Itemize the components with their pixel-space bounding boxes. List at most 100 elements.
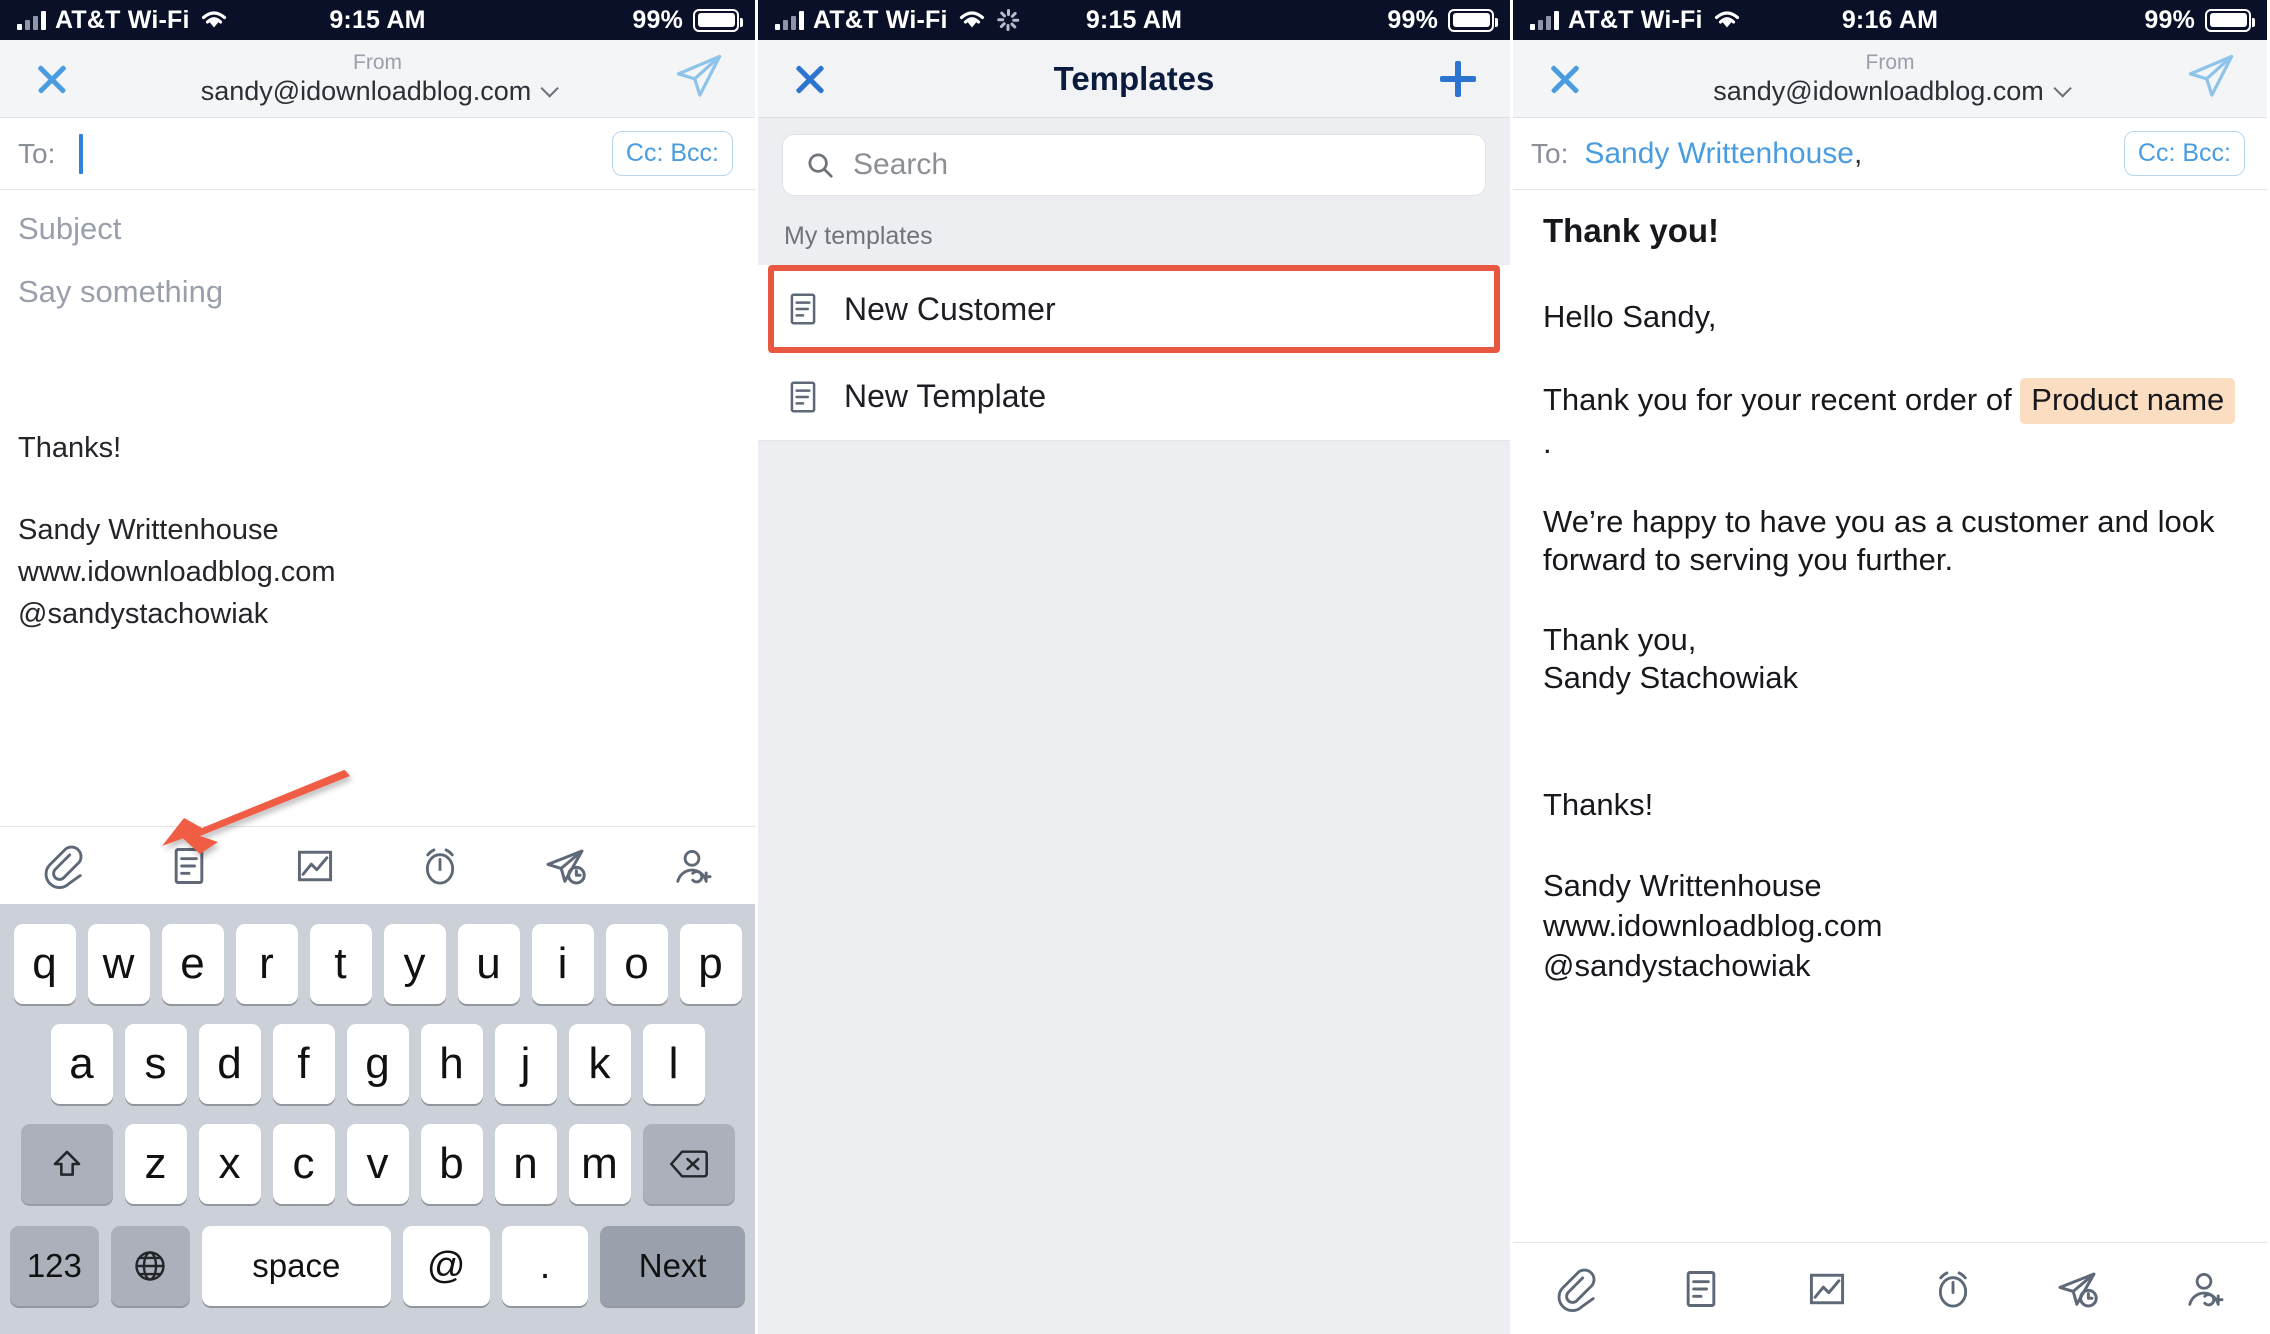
message-paragraph-2: We’re happy to have you as a customer an…: [1543, 504, 2215, 578]
message-body[interactable]: Thank you! Hello Sandy, Thank you for yo…: [1513, 190, 2267, 985]
three-panel-screenshot: AT&T Wi-Fi 9:15 AM 99% From sandy@idownl…: [0, 0, 2270, 1334]
key-a[interactable]: a: [50, 1024, 113, 1104]
to-label: To:: [1531, 137, 1569, 169]
attach-icon[interactable]: [1548, 1261, 1604, 1317]
key-j[interactable]: j: [494, 1024, 557, 1104]
close-icon[interactable]: [1543, 57, 1587, 101]
add-template-button[interactable]: [1436, 57, 1480, 101]
image-icon[interactable]: [287, 838, 343, 894]
close-icon[interactable]: [30, 57, 74, 101]
message-greeting: Hello Sandy,: [1543, 299, 1717, 334]
keyboard-row-1: q w e r t y u i o p: [0, 914, 755, 1014]
signature-name: Sandy Writtenhouse: [1543, 868, 1822, 904]
space-key[interactable]: space: [201, 1226, 391, 1306]
delete-key[interactable]: [642, 1124, 735, 1204]
key-u[interactable]: u: [457, 924, 520, 1004]
close-icon[interactable]: [788, 57, 832, 101]
key-e[interactable]: e: [161, 924, 224, 1004]
add-contact-icon[interactable]: [664, 838, 720, 894]
attachment-toolbar-1: [0, 826, 755, 904]
keyboard-row-2: a s d f g h j k l: [0, 1014, 755, 1114]
from-account-selector[interactable]: sandy@idownloadblog.com: [1713, 75, 2072, 107]
template-icon[interactable]: [161, 838, 217, 894]
timer-icon[interactable]: [1925, 1261, 1981, 1317]
chevron-down-icon: [2053, 79, 2072, 98]
shift-icon: [53, 1150, 80, 1176]
key-f[interactable]: f: [272, 1024, 335, 1104]
numbers-key[interactable]: 123: [10, 1226, 99, 1306]
carrier-label: AT&T Wi-Fi: [55, 5, 190, 34]
list-item-new-customer[interactable]: New Customer: [758, 265, 1510, 353]
key-b[interactable]: b: [420, 1124, 483, 1204]
battery-icon: [2205, 8, 2255, 32]
signature-block-3: Thanks! Sandy Writtenhouse www.idownload…: [1543, 785, 2237, 986]
shift-key[interactable]: [20, 1124, 113, 1204]
delete-icon: [669, 1150, 708, 1178]
key-r[interactable]: r: [235, 924, 298, 1004]
from-account-selector[interactable]: sandy@idownloadblog.com: [201, 75, 560, 107]
globe-key[interactable]: [110, 1226, 190, 1306]
attach-icon[interactable]: [35, 838, 91, 894]
image-icon[interactable]: [1799, 1261, 1855, 1317]
cc-bcc-button[interactable]: Cc: Bcc:: [611, 131, 733, 176]
status-bar-1: AT&T Wi-Fi 9:15 AM 99%: [0, 0, 755, 40]
key-q[interactable]: q: [13, 924, 76, 1004]
send-button[interactable]: [2185, 50, 2237, 107]
from-label: From: [1865, 50, 1915, 74]
key-p[interactable]: p: [679, 924, 742, 1004]
body-area-1[interactable]: Say something Thanks! Sandy Writtenhouse…: [0, 268, 755, 636]
list-item-new-template[interactable]: New Template: [758, 353, 1510, 441]
key-c[interactable]: c: [272, 1124, 335, 1204]
next-key[interactable]: Next: [600, 1226, 745, 1306]
period-key[interactable]: .: [501, 1226, 589, 1306]
key-l[interactable]: l: [642, 1024, 705, 1104]
wifi-icon: [959, 11, 984, 28]
at-key[interactable]: @: [402, 1226, 490, 1306]
to-label: To:: [18, 137, 56, 169]
to-row-1[interactable]: To: Cc: Bcc:: [0, 118, 755, 190]
key-k[interactable]: k: [568, 1024, 631, 1104]
timer-icon[interactable]: [412, 838, 468, 894]
key-o[interactable]: o: [605, 924, 668, 1004]
send-later-icon[interactable]: [2050, 1261, 2106, 1317]
key-w[interactable]: w: [87, 924, 150, 1004]
status-left: AT&T Wi-Fi: [1513, 6, 1742, 35]
from-address: sandy@idownloadblog.com: [1713, 75, 2044, 106]
key-z[interactable]: z: [124, 1124, 187, 1204]
from-block: From sandy@idownloadblog.com: [0, 51, 755, 107]
status-bar-3: AT&T Wi-Fi 9:16 AM 99%: [1513, 0, 2267, 40]
key-n[interactable]: n: [494, 1124, 557, 1204]
template-icon[interactable]: [1673, 1261, 1729, 1317]
page-title: Templates: [1053, 59, 1215, 97]
activity-spinner-icon: [996, 7, 1022, 33]
add-contact-icon[interactable]: [2176, 1261, 2232, 1317]
recipient-chip[interactable]: Sandy Writtenhouse,: [1584, 137, 1862, 171]
message-subject: Thank you!: [1543, 212, 1720, 249]
search-input[interactable]: Search: [782, 134, 1486, 196]
send-button[interactable]: [673, 50, 725, 107]
cc-bcc-button[interactable]: Cc: Bcc:: [2123, 131, 2245, 176]
message-closing: Thank you, Sandy Stachowiak: [1543, 621, 2237, 697]
template-icon: [790, 380, 816, 413]
key-h[interactable]: h: [420, 1024, 483, 1104]
panel-compose-filled: AT&T Wi-Fi 9:16 AM 99% From sandy@idownl…: [1510, 0, 2267, 1334]
key-m[interactable]: m: [568, 1124, 631, 1204]
signature-name: Sandy Writtenhouse: [18, 513, 279, 546]
key-t[interactable]: t: [309, 924, 372, 1004]
key-v[interactable]: v: [346, 1124, 409, 1204]
key-g[interactable]: g: [346, 1024, 409, 1104]
signal-bars-icon: [775, 10, 804, 30]
key-i[interactable]: i: [531, 924, 594, 1004]
closing-line-1: Thank you,: [1543, 622, 1697, 658]
battery-percent-label: 99%: [1387, 5, 1438, 34]
subject-field[interactable]: Subject: [0, 190, 755, 268]
send-icon: [2188, 54, 2234, 97]
merge-field-chip[interactable]: Product name: [2020, 377, 2236, 424]
send-later-icon[interactable]: [538, 838, 594, 894]
key-s[interactable]: s: [124, 1024, 187, 1104]
status-right: 99%: [2144, 6, 2267, 35]
key-d[interactable]: d: [198, 1024, 261, 1104]
key-y[interactable]: y: [383, 924, 446, 1004]
key-x[interactable]: x: [198, 1124, 261, 1204]
to-row-3[interactable]: To: Sandy Writtenhouse, Cc: Bcc:: [1513, 118, 2267, 190]
